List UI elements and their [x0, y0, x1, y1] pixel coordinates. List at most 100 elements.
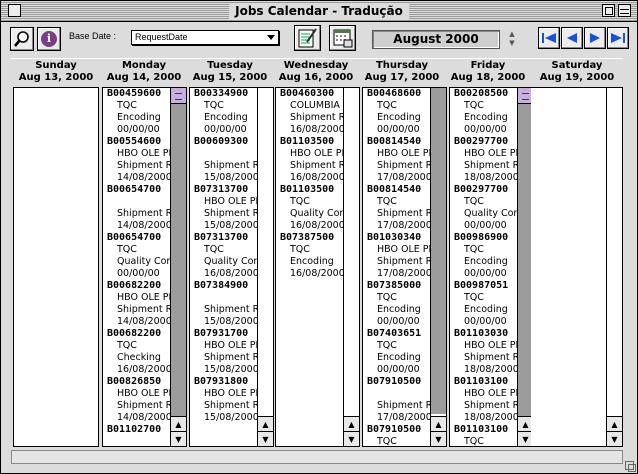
- job-entry-code[interactable]: B00460300: [276, 88, 343, 100]
- job-entry-detail[interactable]: Quality Cont: [103, 256, 170, 268]
- job-entry-detail[interactable]: TQC: [450, 292, 517, 304]
- day-column-wednesday[interactable]: B00460300COLUMBIAShipment Re16/08/2000B0…: [275, 87, 360, 447]
- job-entry-code[interactable]: B00554600: [103, 136, 170, 148]
- scroll-thumb[interactable]: [171, 88, 186, 104]
- job-entry-detail[interactable]: TQC: [190, 100, 257, 112]
- job-entry-code[interactable]: B01103500: [276, 136, 343, 148]
- job-entry-detail[interactable]: TQC: [363, 100, 430, 112]
- job-entry-detail[interactable]: 00/00/00: [190, 124, 257, 136]
- job-entry-code[interactable]: B01103500: [276, 184, 343, 196]
- previous-week-button[interactable]: [561, 27, 583, 49]
- job-entry-detail[interactable]: 00/00/00: [450, 124, 517, 136]
- job-entry-detail[interactable]: Encoding: [450, 112, 517, 124]
- collapse-box[interactable]: [618, 4, 631, 17]
- job-entry-detail[interactable]: HBO OLE PRO: [450, 340, 517, 352]
- job-entry-detail[interactable]: Shipment Re: [190, 352, 257, 364]
- scroll-down-arrow-icon[interactable]: ▼: [607, 431, 622, 446]
- job-entry-code[interactable]: B00814540: [363, 184, 430, 196]
- scrollbar[interactable]: ▲ ▼: [170, 88, 186, 446]
- day-column-saturday[interactable]: ▲ ▼: [531, 87, 623, 447]
- scrollbar[interactable]: ▲ ▼: [257, 88, 273, 446]
- job-entry-detail[interactable]: TQC: [363, 340, 430, 352]
- scroll-down-arrow-icon[interactable]: ▼: [431, 431, 446, 446]
- job-entry-detail[interactable]: [190, 292, 257, 304]
- job-entry-detail[interactable]: 18/08/2000: [450, 412, 517, 424]
- job-entry-code[interactable]: B07403651: [363, 328, 430, 340]
- job-entry-code[interactable]: B01103100: [450, 424, 517, 436]
- job-entry-detail[interactable]: HBO OLE PRO: [103, 388, 170, 400]
- job-entry-detail[interactable]: Shipment Re: [450, 400, 517, 412]
- job-entry-detail[interactable]: Shipment Re: [363, 400, 430, 412]
- job-entry-detail[interactable]: HBO OLE PRO: [450, 148, 517, 160]
- month-stepper[interactable]: ▲ ▼: [501, 30, 525, 49]
- job-entry-code[interactable]: B00682200: [103, 328, 170, 340]
- job-entry-detail[interactable]: Checking: [103, 352, 170, 364]
- job-entry-detail[interactable]: 14/08/2000: [103, 172, 170, 184]
- job-entry-detail[interactable]: HBO OLE PRO: [276, 148, 343, 160]
- job-entry-detail[interactable]: HBO OLE PRO: [190, 388, 257, 400]
- job-entry-code[interactable]: B00682200: [103, 280, 170, 292]
- job-entry-detail[interactable]: 17/08/2000: [363, 172, 430, 184]
- job-entry-code[interactable]: B00297700: [450, 136, 517, 148]
- job-entry-detail[interactable]: 16/08/2000: [276, 268, 343, 280]
- scroll-track[interactable]: [344, 88, 359, 414]
- job-entry-detail[interactable]: 00/00/00: [103, 268, 170, 280]
- job-entry-detail[interactable]: 14/08/2000: [103, 220, 170, 232]
- horizontal-scrollbar[interactable]: [11, 450, 623, 464]
- job-entry-detail[interactable]: Encoding: [450, 304, 517, 316]
- job-entry-detail[interactable]: 00/00/00: [450, 220, 517, 232]
- job-entry-detail[interactable]: 15/08/2000: [190, 172, 257, 184]
- job-entry-detail[interactable]: 15/08/2000: [190, 412, 257, 424]
- scroll-up-arrow-icon[interactable]: ▲: [607, 416, 622, 431]
- job-entry-code[interactable]: B07313700: [190, 232, 257, 244]
- scrollbar[interactable]: ▲ ▼: [430, 88, 446, 446]
- job-entry-detail[interactable]: TQC: [450, 100, 517, 112]
- zoom-box[interactable]: [602, 4, 615, 17]
- job-entry-detail[interactable]: 16/08/2000: [276, 172, 343, 184]
- job-entry-detail[interactable]: HBO OLE PRO: [190, 340, 257, 352]
- job-entry-detail[interactable]: 16/08/2000: [190, 268, 257, 280]
- job-entry-detail[interactable]: Shipment Re: [363, 160, 430, 172]
- close-box[interactable]: [8, 4, 21, 17]
- job-entry-code[interactable]: B00987051: [450, 280, 517, 292]
- job-entry-detail[interactable]: TQC: [276, 244, 343, 256]
- scroll-up-arrow-icon[interactable]: ▲: [171, 416, 186, 431]
- day-column-tuesday[interactable]: B00334900 TQC Encoding 00/00/00 B00609300 Shi…: [189, 87, 274, 447]
- job-entry-code[interactable]: B07387500: [276, 232, 343, 244]
- calendar-button[interactable]: [329, 25, 356, 51]
- job-entry-detail[interactable]: Shipment Re: [103, 304, 170, 316]
- job-entry-detail[interactable]: Shipment Re: [190, 304, 257, 316]
- job-entry-detail[interactable]: Shipment Re: [276, 112, 343, 124]
- job-entry-detail[interactable]: HBO OLE PRO: [103, 148, 170, 160]
- job-entry-detail[interactable]: Shipment Re: [450, 160, 517, 172]
- job-entry-detail[interactable]: Shipment Re: [103, 208, 170, 220]
- job-entry-detail[interactable]: 00/00/00: [363, 124, 430, 136]
- job-entry-detail[interactable]: [363, 388, 430, 400]
- job-entry-detail[interactable]: Shipment Re: [276, 160, 343, 172]
- job-entry-code[interactable]: B01102700: [103, 424, 170, 436]
- job-entry-detail[interactable]: HBO OLE PRO: [363, 148, 430, 160]
- job-entry-detail[interactable]: Encoding: [190, 112, 257, 124]
- resize-grip-icon[interactable]: [623, 459, 636, 472]
- job-entry-code[interactable]: B07931800: [190, 376, 257, 388]
- job-entry-detail[interactable]: Encoding: [363, 352, 430, 364]
- scroll-track[interactable]: [258, 88, 273, 414]
- scrollbar[interactable]: ▲ ▼: [343, 88, 359, 446]
- job-entry-detail[interactable]: 00/00/00: [450, 268, 517, 280]
- job-entry-detail[interactable]: Shipment Re: [190, 160, 257, 172]
- job-entry-detail[interactable]: 15/08/2000: [190, 220, 257, 232]
- job-entry-detail[interactable]: HBO OLE PRO: [363, 244, 430, 256]
- job-entry-detail[interactable]: Encoding: [363, 304, 430, 316]
- job-entry-detail[interactable]: 18/08/2000: [450, 364, 517, 376]
- first-week-button[interactable]: [538, 27, 560, 49]
- job-entry-detail[interactable]: [190, 148, 257, 160]
- job-entry-code[interactable]: B00208500: [450, 88, 517, 100]
- job-entry-detail[interactable]: TQC: [450, 244, 517, 256]
- job-entry-detail[interactable]: TQC: [363, 436, 430, 446]
- job-entry-detail[interactable]: 17/08/2000: [363, 220, 430, 232]
- scroll-up-arrow-icon[interactable]: ▲: [344, 416, 359, 431]
- scroll-down-arrow-icon[interactable]: ▼: [258, 431, 273, 446]
- job-entry-detail[interactable]: 15/08/2000: [190, 364, 257, 376]
- search-button[interactable]: [10, 27, 34, 51]
- job-entry-detail[interactable]: COLUMBIA: [276, 100, 343, 112]
